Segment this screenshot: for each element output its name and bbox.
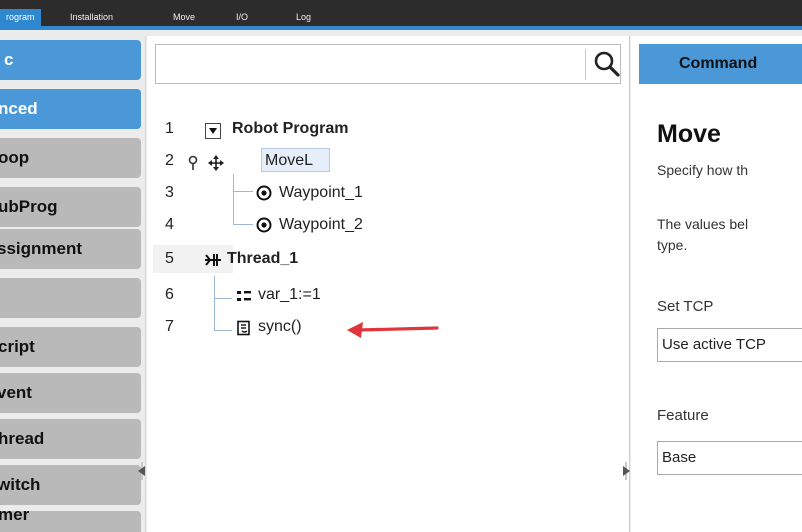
feature-dropdown[interactable]: Base: [657, 441, 802, 475]
command-panel: Command Move Specify how th The values b…: [631, 36, 802, 532]
line-number: 6: [165, 286, 174, 303]
waypoint-icon: [256, 217, 272, 233]
tab-move[interactable]: Move: [167, 9, 201, 26]
top-accent-line: [0, 26, 802, 30]
tree-connector: [214, 276, 215, 331]
tree-connector: [214, 298, 232, 299]
move-icon: [208, 155, 224, 171]
line-number: 3: [165, 184, 174, 201]
sidebar-item-label: ubProg: [0, 197, 58, 216]
breakpoint-pin-icon[interactable]: [187, 155, 199, 171]
sidebar-item-subprog[interactable]: ubProg: [0, 187, 141, 227]
sidebar-item-label: ssignment: [0, 239, 83, 258]
sidebar-item-label: witch: [0, 475, 41, 494]
line-number: 4: [165, 216, 174, 233]
line-number: 7: [165, 318, 174, 335]
sidebar: c nced oop ubProg ssignment cript vent h…: [0, 36, 146, 532]
collapse-left-icon[interactable]: [136, 462, 146, 480]
search-box[interactable]: [155, 44, 621, 84]
top-menu-strip: [0, 0, 802, 26]
feature-label: Feature: [657, 407, 709, 424]
tree-connector: [233, 191, 253, 192]
set-tcp-label: Set TCP: [657, 298, 714, 315]
command-description: Specify how th: [657, 162, 749, 178]
tree-connector: [233, 174, 234, 224]
sidebar-item-thread[interactable]: hread: [0, 419, 141, 459]
tree-connector: [214, 330, 232, 331]
annotation-arrow-icon: [347, 322, 439, 338]
tree-node-var-1[interactable]: var_1:=1: [258, 286, 321, 304]
sidebar-item-label: c: [4, 50, 14, 69]
line-number: 1: [165, 120, 174, 137]
tab-log[interactable]: Log: [290, 9, 317, 26]
sidebar-item-loop[interactable]: oop: [0, 138, 141, 178]
sidebar-item-assignment[interactable]: ssignment: [0, 229, 141, 269]
sidebar-item-basic[interactable]: c: [0, 40, 141, 80]
sidebar-item-advanced[interactable]: nced: [0, 89, 141, 129]
sidebar-item-timer[interactable]: mer: [0, 511, 141, 532]
sidebar-item-event[interactable]: vent: [0, 373, 141, 413]
tree-node-sync[interactable]: sync(): [258, 318, 302, 336]
tree-node-waypoint-1[interactable]: Waypoint_1: [279, 184, 363, 202]
tcp-dropdown[interactable]: Use active TCP: [657, 328, 802, 362]
sidebar-item-label: mer: [0, 511, 30, 524]
tab-command[interactable]: Command: [639, 44, 802, 84]
sidebar-item-blank[interactable]: [0, 278, 141, 318]
tree-node-robot-program[interactable]: Robot Program: [232, 120, 348, 138]
command-description: type.: [657, 237, 688, 253]
sidebar-item-script[interactable]: cript: [0, 327, 141, 367]
tree-node-waypoint-2[interactable]: Waypoint_2: [279, 216, 363, 234]
sidebar-item-label: oop: [0, 148, 30, 167]
sidebar-item-label: hread: [0, 429, 45, 448]
assignment-icon: [237, 291, 251, 301]
command-description: The values bel: [657, 216, 749, 232]
sidebar-item-label: cript: [0, 337, 35, 356]
tree-node-thread-1[interactable]: Thread_1: [227, 250, 298, 268]
waypoint-icon: [256, 185, 272, 201]
tree-connector: [233, 224, 253, 225]
line-number: 5: [165, 250, 174, 267]
top-bar: rogram Installation Move I/O Log: [0, 0, 802, 36]
sidebar-item-label: nced: [0, 99, 38, 118]
tab-program[interactable]: rogram: [0, 9, 41, 26]
search-icon[interactable]: [593, 50, 621, 78]
tree-node-movel[interactable]: MoveL: [265, 152, 313, 170]
tab-installation[interactable]: Installation: [64, 9, 119, 26]
line-number: 2: [165, 152, 174, 169]
sidebar-item-label: vent: [0, 383, 32, 402]
search-divider: [585, 49, 586, 80]
sync-script-icon: [237, 320, 250, 336]
tab-io[interactable]: I/O: [230, 9, 254, 26]
thread-icon: [205, 254, 221, 266]
expand-toggle-icon[interactable]: [205, 123, 221, 139]
command-title: Move: [657, 120, 721, 148]
sidebar-item-switch[interactable]: witch: [0, 465, 141, 505]
program-tree-panel: 1 2 3 4 5 6 7 Robot Program MoveL Waypoi…: [147, 36, 630, 532]
